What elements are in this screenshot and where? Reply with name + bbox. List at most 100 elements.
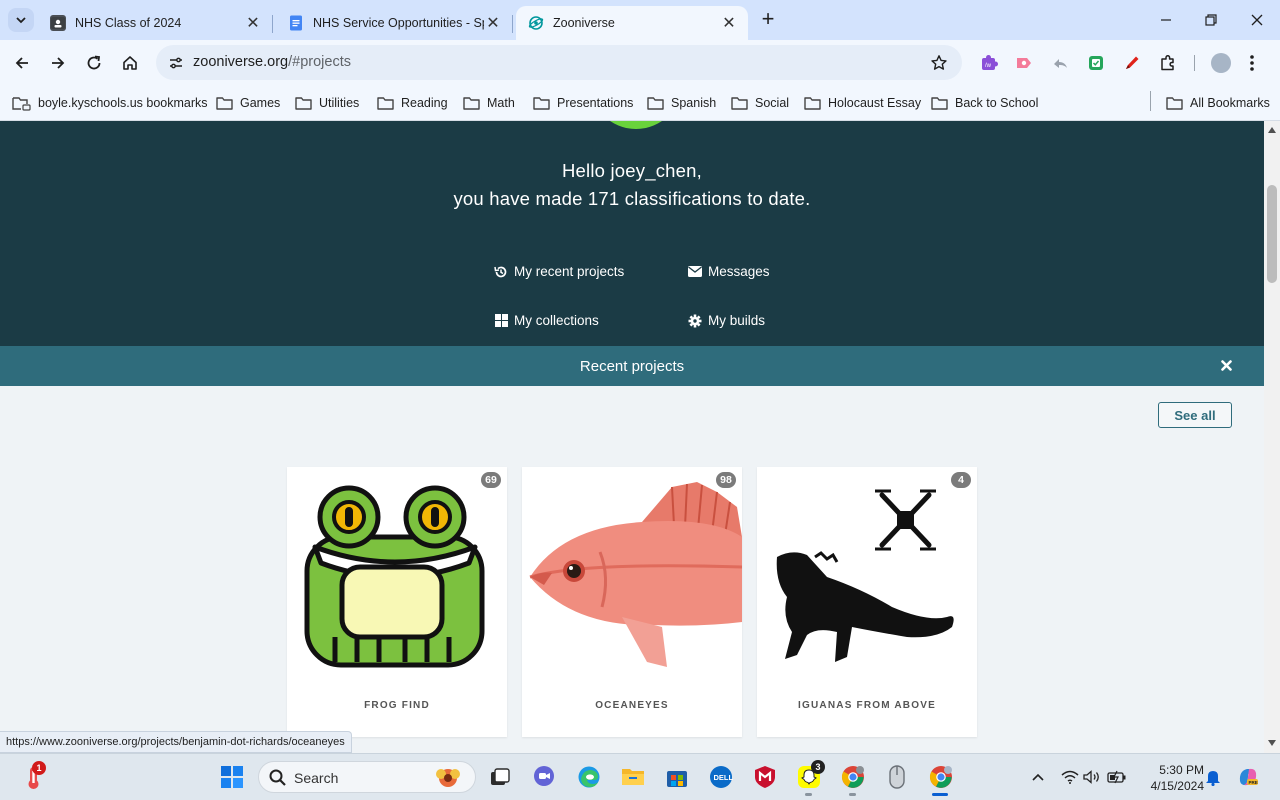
battery-icon [1107,770,1126,784]
show-hidden-icons-button[interactable] [1024,763,1052,791]
mcafee-button[interactable] [751,763,779,791]
running-indicator [805,793,812,796]
bookmark-reading[interactable]: Reading [377,93,448,113]
close-icon[interactable]: ✕ [244,14,262,32]
bookmark-games[interactable]: Games [216,93,280,113]
screencast-extension-icon[interactable] [1013,52,1035,74]
close-window-button[interactable] [1245,8,1269,32]
recent-projects-header: Recent projects [0,346,1264,386]
folder-icon [295,96,312,110]
bookmark-math[interactable]: Math [463,93,515,113]
start-button[interactable] [218,763,246,791]
bookmark-utilities[interactable]: Utilities [295,93,359,113]
edge-browser-button[interactable] [575,763,603,791]
mouse-app-button[interactable] [883,763,911,791]
project-card-oceaneyes[interactable]: 98 OCEANEYES [522,467,742,737]
bookmark-label: Spanish [671,96,717,110]
toolbar-divider [1194,55,1195,71]
bookmark-boyle[interactable]: boyle.kyschools.us bookmarks [12,93,208,113]
volume-status[interactable] [1078,763,1106,791]
tab-zooniverse[interactable]: Zooniverse ✕ [516,6,748,40]
bookmark-label: Holocaust Essay [828,96,922,110]
fish-image [522,467,742,677]
forward-button[interactable] [45,50,71,76]
dell-app-button[interactable]: DELL [707,763,735,791]
link-label: My builds [708,313,766,328]
taskbar-search-box[interactable]: Search [258,761,476,793]
my-collections-link[interactable]: My collections [494,313,599,328]
profile-avatar[interactable] [1210,52,1232,74]
scrollbar-thumb[interactable] [1267,185,1277,283]
address-bar[interactable]: zooniverse.org/#projects [156,45,962,80]
bookmark-back-to-school[interactable]: Back to School [931,93,1038,113]
bookmark-spanish[interactable]: Spanish [647,93,716,113]
bookmark-star-icon[interactable] [928,52,950,74]
battery-status[interactable] [1103,763,1131,791]
task-view-icon [491,768,510,785]
reply-extension-icon[interactable] [1049,52,1071,74]
bookmark-label: boyle.kyschools.us bookmarks [38,96,208,110]
status-bar-url: https://www.zooniverse.org/projects/benj… [0,731,352,753]
classroom-extension-icon[interactable] [1085,52,1107,74]
microsoft-store-button[interactable] [663,763,691,791]
messages-link[interactable]: Messages [688,264,770,279]
tab-search-button[interactable] [8,8,34,32]
arrow-left-icon [15,57,28,69]
pen-extension-icon[interactable] [1121,52,1143,74]
bookmark-label: All Bookmarks [1190,96,1270,110]
tab-nhs-class[interactable]: NHS Class of 2024 ✕ [38,6,273,40]
project-card-frog-find[interactable]: 69 FROG FIND [287,467,507,737]
history-icon [494,265,508,279]
copilot-button[interactable]: PRE [1234,763,1262,791]
back-button[interactable] [9,50,35,76]
bookmark-social[interactable]: Social [731,93,789,113]
extensions-puzzle-icon[interactable] [1157,52,1179,74]
menu-kebab-icon[interactable] [1241,52,1263,74]
close-icon[interactable]: ✕ [484,14,502,32]
snapchat-button[interactable]: 3 [795,760,825,791]
site-info-icon[interactable] [164,51,188,75]
scroll-up-arrow-icon[interactable] [1268,126,1276,134]
chrome-active-button[interactable] [927,763,955,791]
folder-icon [622,769,644,785]
close-icon[interactable]: ✕ [720,14,738,32]
tab-nhs-service[interactable]: NHS Service Opportunities - Sp ✕ [276,6,513,40]
puzzle-extension-icon[interactable]: /w [978,52,1000,74]
reload-icon [87,55,101,70]
bell-icon [1206,771,1220,786]
task-view-button[interactable] [486,763,514,791]
close-icon[interactable] [1218,357,1234,373]
dell-icon: DELL [710,766,733,788]
reload-button[interactable] [81,50,107,76]
avatar[interactable] [590,121,682,129]
bookmark-presentations[interactable]: Presentations [533,93,633,113]
folder-icon [804,96,821,110]
zooniverse-icon [528,15,544,31]
weather-widget[interactable]: 1 [20,761,48,791]
minimize-icon [1161,19,1171,21]
project-card-iguanas[interactable]: 4 IGUANAS FROM ABOVE [757,467,977,737]
home-button[interactable] [117,50,143,76]
chevron-down-icon [16,16,26,23]
my-recent-projects-link[interactable]: My recent projects [494,264,624,279]
system-clock[interactable]: 5:30 PM 4/15/2024 [1138,762,1204,794]
chat-app-button[interactable] [530,763,558,791]
bookmark-holocaust-essay[interactable]: Holocaust Essay [804,93,921,113]
classroom-icon [50,15,66,31]
see-all-button[interactable]: See all [1158,402,1232,428]
scroll-down-arrow-icon[interactable] [1268,739,1276,747]
browser-toolbar: zooniverse.org/#projects /w [0,40,1280,85]
new-tab-button[interactable]: + [757,8,779,31]
page-scrollbar[interactable] [1264,121,1280,753]
minimize-button[interactable] [1154,8,1178,32]
tab-strip: NHS Class of 2024 ✕ NHS Service Opportun… [0,0,1280,40]
folder-icon [533,96,550,110]
notifications-button[interactable] [1199,763,1227,791]
my-builds-link[interactable]: My builds [688,313,765,328]
file-explorer-button[interactable] [619,763,647,791]
restore-button[interactable] [1199,8,1223,32]
chrome-profile-button[interactable] [839,763,867,791]
edge-icon [578,766,600,788]
tab-title: NHS Service Opportunities - Sp [313,16,484,30]
all-bookmarks[interactable]: All Bookmarks [1166,93,1270,113]
